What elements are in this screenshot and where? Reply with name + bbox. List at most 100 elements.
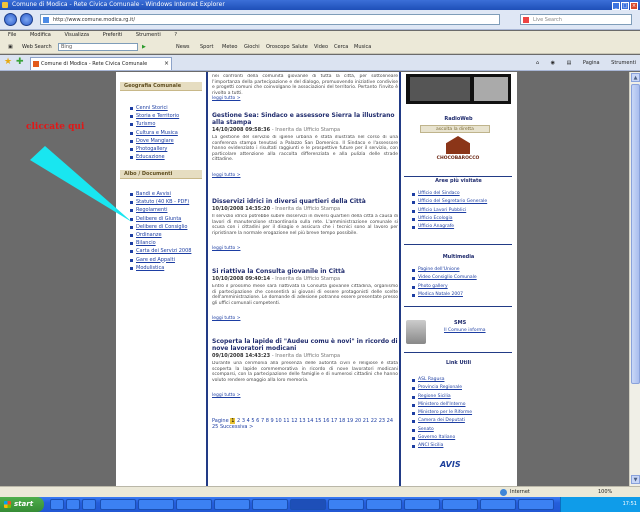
divider [404,244,512,245]
pager-page-link[interactable]: 11 [283,418,291,424]
links-item[interactable]: Provincia Regionale [412,384,472,392]
taskbar-window-button[interactable] [366,499,402,510]
article-date: 10/10/2008 14:35:20 - Inserita da Uffici… [212,206,341,212]
pager-page-link[interactable]: 19 [347,418,355,424]
read-more-link[interactable]: leggi tutto > [212,246,398,251]
article-body: nei confronti della comunità giovanile d… [212,74,398,96]
areas-item[interactable]: Ufficio Lavori Pubblici [412,207,487,215]
pager-page-link[interactable]: 12 [291,418,299,424]
links-item[interactable]: Ministero per le Riforme [412,409,472,417]
multimedia-item[interactable]: Photo gallery [412,283,477,291]
links-item[interactable]: Ministero dell'Interno [412,401,472,409]
article-item: Scoperta la lapide di "Audeu comu è novi… [212,338,398,398]
scroll-down-icon[interactable]: ▼ [631,475,640,484]
article-body: La gestione del servizio di igiene urban… [212,135,398,162]
article-date: 14/10/2008 09:58:36 - Inserita da Uffici… [212,127,341,133]
article-item: Disservizi idrici in diversi quartieri d… [212,198,398,251]
areas-item[interactable]: Ufficio del Segretario Generale [412,198,487,206]
taskbar-window-button[interactable] [214,499,250,510]
pager-page-link[interactable]: 20 [355,418,363,424]
zoom-level[interactable]: 100% [598,487,612,497]
pager-page-link[interactable]: 16 [323,418,331,424]
avis-logo[interactable]: AVIS [440,460,461,469]
taskbar: start 17:51 [0,497,640,512]
clock[interactable]: 17:51 [623,501,637,507]
scroll-up-icon[interactable]: ▲ [631,73,640,82]
divider [404,176,512,177]
radioweb-button[interactable]: ascolta la diretta [420,125,490,133]
quicklaunch-icon[interactable] [50,499,64,510]
internet-zone: Internet [500,487,530,497]
sms-text[interactable]: Il Comune informa [444,328,486,333]
radioweb-title: RadioWeb [444,116,473,122]
article-date: 09/10/2008 14:43:23 - Inserita da Uffici… [212,353,341,359]
pager-page-link[interactable]: 23 [379,418,387,424]
article-item: Gestione Sea: Sindaco e assessore Sierra… [212,112,398,178]
taskbar-window-button[interactable] [252,499,288,510]
pager-page-link[interactable]: 25 [212,424,220,430]
pager-page-link[interactable]: 15 [315,418,323,424]
header-photo [406,74,511,104]
pager-page-link[interactable]: 17 [331,418,339,424]
taskbar-window-button[interactable] [442,499,478,510]
pager-page-link[interactable]: 18 [339,418,347,424]
read-more-link[interactable]: leggi tutto > [212,96,398,101]
read-more-link[interactable]: leggi tutto > [212,316,398,321]
quicklaunch-icon[interactable] [66,499,80,510]
taskbar-window-button-active[interactable] [290,499,326,510]
divider [404,352,512,353]
article-title[interactable]: Gestione Sea: Sindaco e assessore Sierra… [212,112,398,126]
links-item[interactable]: ASL Ragusa [412,376,472,384]
article-body: Il servizio idrico potrebbe subire disse… [212,214,398,236]
read-more-link[interactable]: leggi tutto > [212,393,398,398]
scrollbar-thumb[interactable] [631,84,640,384]
areas-title: Aree più visitate [435,178,482,184]
links-list: ASL Ragusa Provincia Regionale Regione S… [412,376,472,451]
sms-title: SMS [454,320,467,326]
chocobarocco-logo-icon [446,136,470,154]
links-item[interactable]: Governo Italiano [412,434,472,442]
start-button[interactable]: start [0,497,44,512]
areas-item[interactable]: Ufficio del Sindaco [412,190,487,198]
article-title[interactable]: Si riattiva la Consulta giovanile in Cit… [212,268,398,275]
taskbar-window-button[interactable] [176,499,212,510]
multimedia-list: Pagine dell'Unione Video Consiglio Comun… [412,266,477,299]
pager-page-link[interactable]: 22 [371,418,379,424]
pager-next[interactable]: Successiva > [220,424,253,430]
vertical-scrollbar[interactable]: ▲ ▼ [629,72,640,486]
read-more-link[interactable]: leggi tutto > [212,173,398,178]
system-tray: 17:51 [560,497,640,512]
article-body: Durante una cerimonia alla presenza dell… [212,361,398,383]
annotation-arrow-shape [30,146,132,222]
article-title[interactable]: Disservizi idrici in diversi quartieri d… [212,198,398,205]
pager-page-link[interactable]: 14 [307,418,315,424]
status-bar: Internet 100% [0,486,640,497]
sms-banner[interactable]: SMS Il Comune informa [404,318,510,348]
links-item[interactable]: Senato [412,426,472,434]
multimedia-item[interactable]: Pagine dell'Unione [412,266,477,274]
areas-item[interactable]: Ufficio Anagrafe [412,223,487,231]
taskbar-window-button[interactable] [518,499,554,510]
areas-item[interactable]: Ufficio Ecologia [412,215,487,223]
taskbar-window-button[interactable] [100,499,136,510]
chocobarocco-banner[interactable]: CHOCOBAROCCO [428,134,488,174]
pda-icon [406,320,426,344]
taskbar-window-button[interactable] [138,499,174,510]
links-item[interactable]: Camera dei Deputati [412,417,472,425]
taskbar-window-button[interactable] [480,499,516,510]
multimedia-item[interactable]: Modica Natale 2007 [412,291,477,299]
multimedia-item[interactable]: Video Consiglio Comunale [412,274,477,282]
pager-page-link[interactable]: 13 [299,418,307,424]
article-date: 10/10/2008 09:40:14 - Inserita da Uffici… [212,276,341,282]
taskbar-window-button[interactable] [328,499,364,510]
pager-page-link[interactable]: 21 [363,418,371,424]
taskbar-window-button[interactable] [404,499,440,510]
article-title[interactable]: Scoperta la lapide di "Audeu comu è novi… [212,338,398,352]
article-item: Si riattiva la Consulta giovanile in Cit… [212,268,398,321]
article-item: nei confronti della comunità giovanile d… [212,74,398,101]
pager-page-link[interactable]: 24 [387,418,393,424]
links-item[interactable]: ANCI Sicilia [412,442,472,450]
quicklaunch-icon[interactable] [82,499,96,510]
article-body: Entro il prossimo mese sarà riattivata l… [212,284,398,306]
links-item[interactable]: Regione Sicilia [412,393,472,401]
